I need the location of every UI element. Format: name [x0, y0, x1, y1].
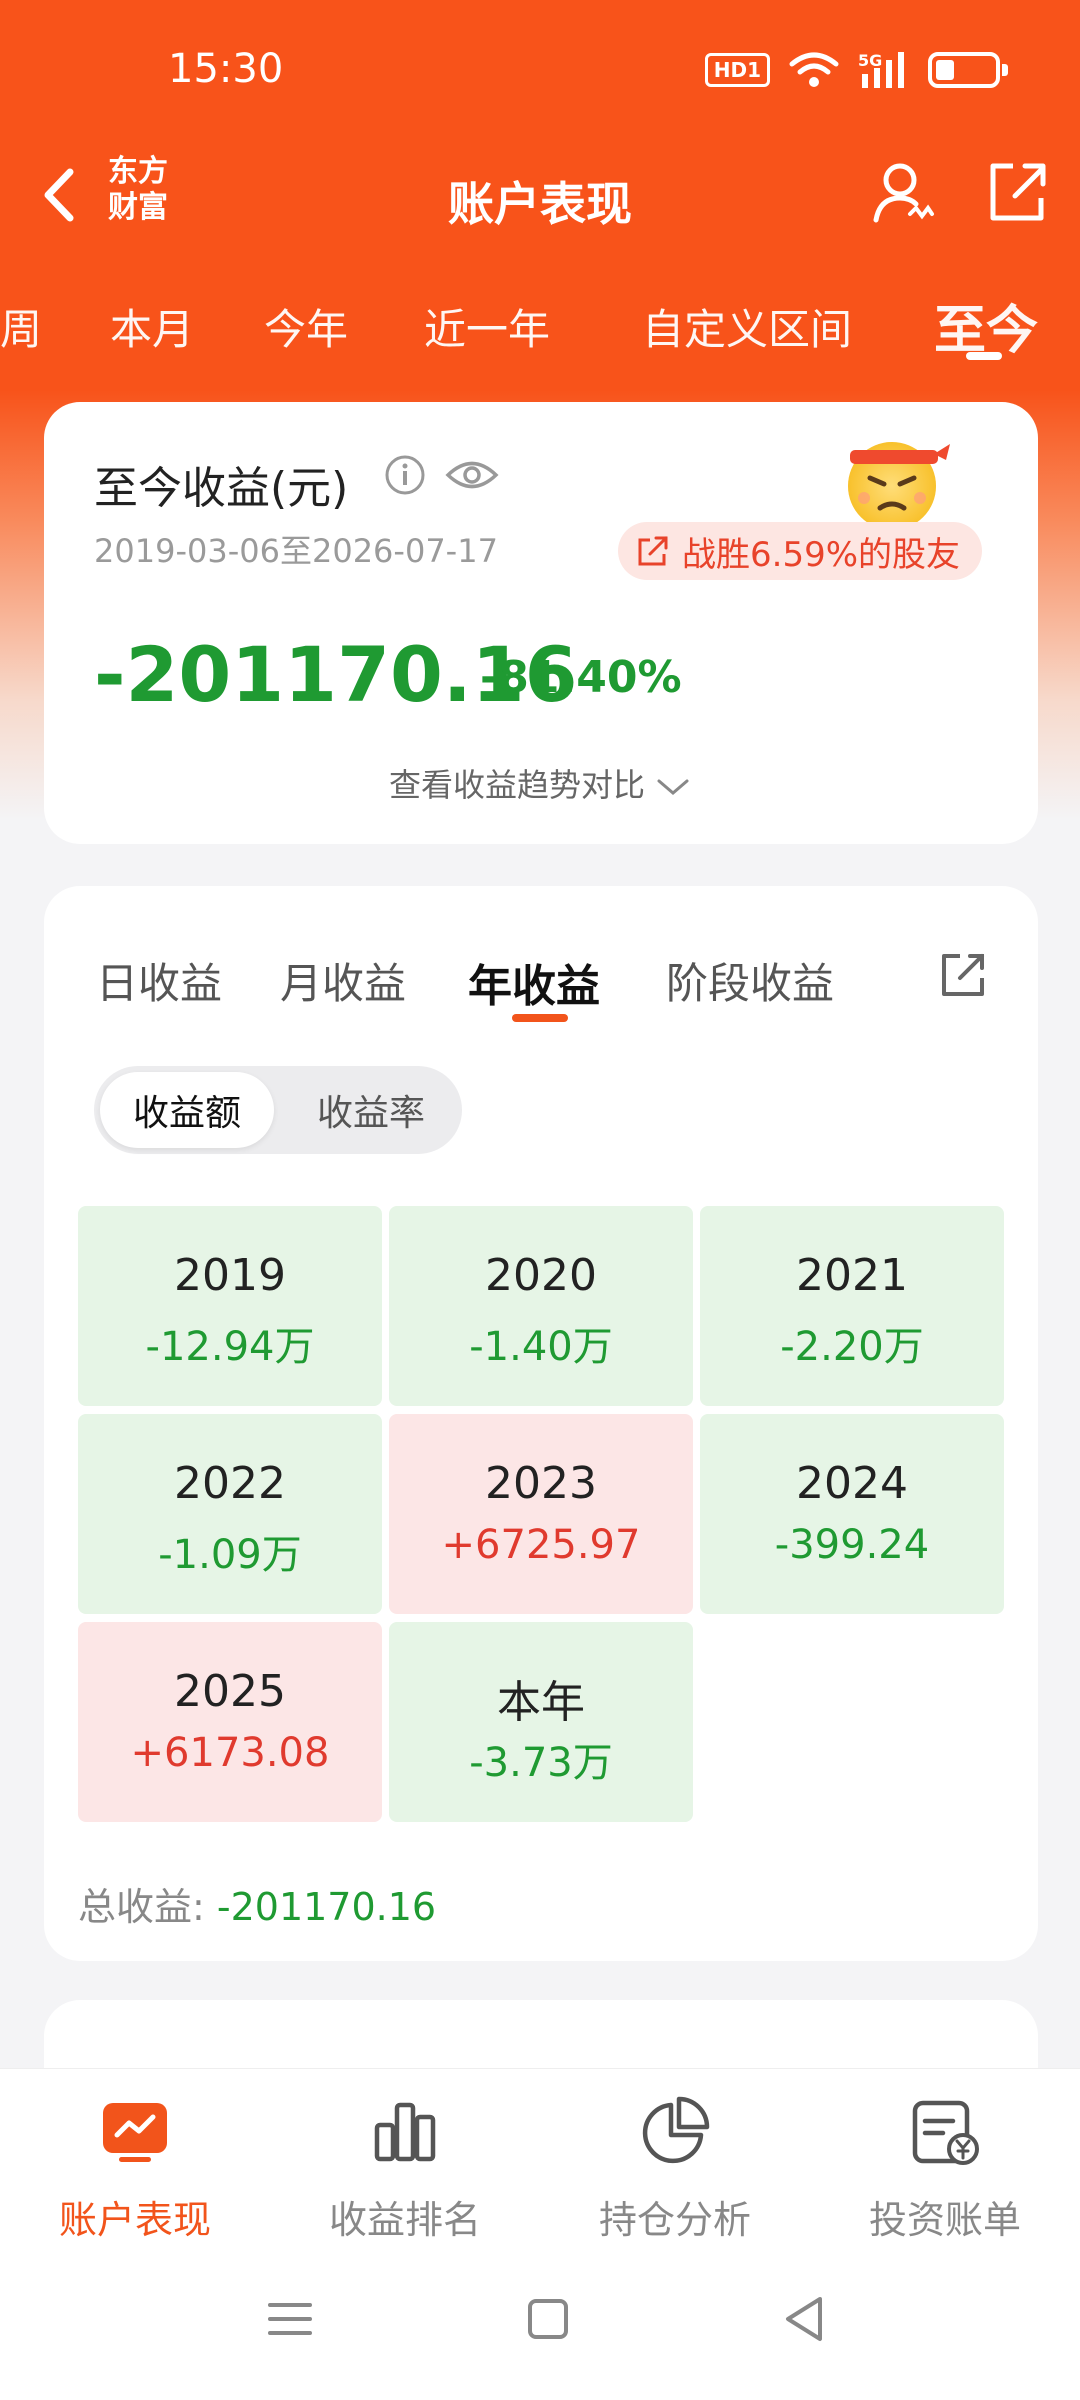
app-header: 东方财富 账户表现: [0, 140, 1080, 250]
trend-compare-link[interactable]: 查看收益趋势对比: [44, 760, 1038, 806]
signal-icon: 5G: [858, 51, 904, 88]
beat-peers-text: 战胜6.59%的股友: [682, 534, 961, 575]
status-icons: HD1 5G: [704, 50, 1008, 90]
nav-label: 收益排名: [328, 2198, 481, 2242]
tab-daily-profit[interactable]: 日收益: [96, 950, 222, 1011]
nav-holdings-analysis[interactable]: 持仓分析: [540, 2091, 810, 2244]
year-value: -1.09万: [158, 1532, 302, 1578]
nav-account-performance[interactable]: 账户表现: [0, 2091, 270, 2244]
tab-yearly-profit[interactable]: 年收益: [468, 950, 600, 1014]
profit-tab-indicator: [512, 1014, 568, 1022]
period-tab-indicator: [966, 352, 1002, 360]
tab-last-year[interactable]: 近一年: [424, 296, 550, 357]
user-icon[interactable]: [870, 158, 936, 228]
year-label: 2023: [485, 1458, 597, 1509]
grand-total-value: -201170.16: [216, 1885, 437, 1929]
bottom-nav: 账户表现 收益排名 持仓分析 投资账单: [0, 2068, 1080, 2400]
beat-peers-badge[interactable]: 战胜6.59%的股友: [618, 522, 983, 580]
year-value: -3.73万: [469, 1740, 613, 1786]
year-cell[interactable]: 2022 -1.09万: [78, 1414, 382, 1614]
year-label: 2020: [485, 1250, 597, 1301]
share-icon[interactable]: [985, 156, 1049, 226]
year-value: +6725.97: [441, 1522, 641, 1568]
tab-week[interactable]: 周: [0, 296, 42, 357]
grand-total: 总收益: -201170.16: [78, 1876, 436, 1931]
year-label: 2019: [174, 1250, 286, 1301]
year-label: 2024: [796, 1458, 908, 1509]
segment-profit-rate[interactable]: 收益率: [284, 1072, 458, 1148]
year-cell[interactable]: 2024 -399.24: [700, 1414, 1004, 1614]
chevron-down-icon: [657, 779, 689, 795]
year-cell[interactable]: 2021 -2.20万: [700, 1206, 1004, 1406]
tab-period-profit[interactable]: 阶段收益: [666, 950, 834, 1011]
year-label: 本年: [497, 1677, 585, 1728]
bar-chart-icon: [374, 2102, 436, 2162]
nav-label: 持仓分析: [598, 2198, 751, 2242]
segment-profit-amount[interactable]: 收益额: [100, 1072, 274, 1148]
year-value: +6173.08: [130, 1730, 330, 1776]
year-label: 2022: [174, 1458, 286, 1509]
pie-chart-icon: [642, 2096, 710, 2164]
tab-this-month[interactable]: 本月: [110, 296, 194, 357]
angry-mascot-icon: [848, 442, 950, 530]
profit-card: 日收益 月收益 年收益 阶段收益 收益额 收益率 2019 -12.94万 20…: [44, 886, 1038, 1961]
bill-icon: [912, 2100, 979, 2165]
share-small-icon: [638, 536, 668, 566]
nav-label: 投资账单: [868, 2198, 1021, 2242]
back-nav-icon[interactable]: [776, 2291, 832, 2347]
battery-icon: [928, 52, 1008, 88]
year-value: -399.24: [774, 1522, 930, 1568]
grand-total-label: 总收益:: [78, 1885, 217, 1929]
year-cell[interactable]: 2025 +6173.08: [78, 1622, 382, 1822]
hd-badge: HD1: [704, 53, 770, 87]
year-value: -2.20万: [780, 1324, 924, 1370]
home-icon[interactable]: [520, 2291, 576, 2347]
period-tabs: 周 本月 今年 近一年 自定义区间 至今: [0, 280, 1080, 380]
tab-custom-range[interactable]: 自定义区间: [642, 296, 852, 357]
year-cell[interactable]: 本年 -3.73万: [389, 1622, 693, 1822]
menu-icon[interactable]: [262, 2291, 318, 2347]
year-value: -12.94万: [145, 1324, 315, 1370]
tab-this-year[interactable]: 今年: [264, 296, 348, 357]
trend-compare-label: 查看收益趋势对比: [388, 766, 645, 804]
status-bar: 15:30 HD1 5G: [0, 0, 1080, 140]
system-nav-bar: [0, 2281, 1080, 2361]
year-label: 2025: [174, 1666, 286, 1717]
year-value: -1.40万: [469, 1324, 613, 1370]
network-type: 5G: [858, 51, 882, 70]
tab-monthly-profit[interactable]: 月收益: [280, 950, 406, 1011]
nav-investment-bill[interactable]: 投资账单: [810, 2091, 1080, 2244]
wifi-icon: [789, 52, 839, 87]
summary-title: 至今收益(元): [94, 463, 349, 514]
eye-icon[interactable]: [444, 454, 500, 496]
status-time: 15:30: [168, 46, 284, 92]
metric-segmented-control: 收益额 收益率: [94, 1066, 462, 1154]
nav-profit-ranking[interactable]: 收益排名: [270, 2091, 540, 2244]
year-label: 2021: [796, 1250, 908, 1301]
year-cell[interactable]: 2019 -12.94万: [78, 1206, 382, 1406]
year-cell[interactable]: 2023 +6725.97: [389, 1414, 693, 1614]
total-profit-rate: -81.40%: [480, 652, 682, 703]
info-icon[interactable]: [384, 454, 426, 496]
export-icon[interactable]: [936, 948, 990, 1002]
nav-label: 账户表现: [58, 2198, 211, 2242]
year-cell[interactable]: 2020 -1.40万: [389, 1206, 693, 1406]
chart-trend-icon: [103, 2103, 167, 2162]
date-range: 2019-03-06至2026-07-17: [94, 532, 498, 570]
summary-card: 至今收益(元) 2019-03-06至2026-07-17 战胜6.59%的股友…: [44, 402, 1038, 844]
